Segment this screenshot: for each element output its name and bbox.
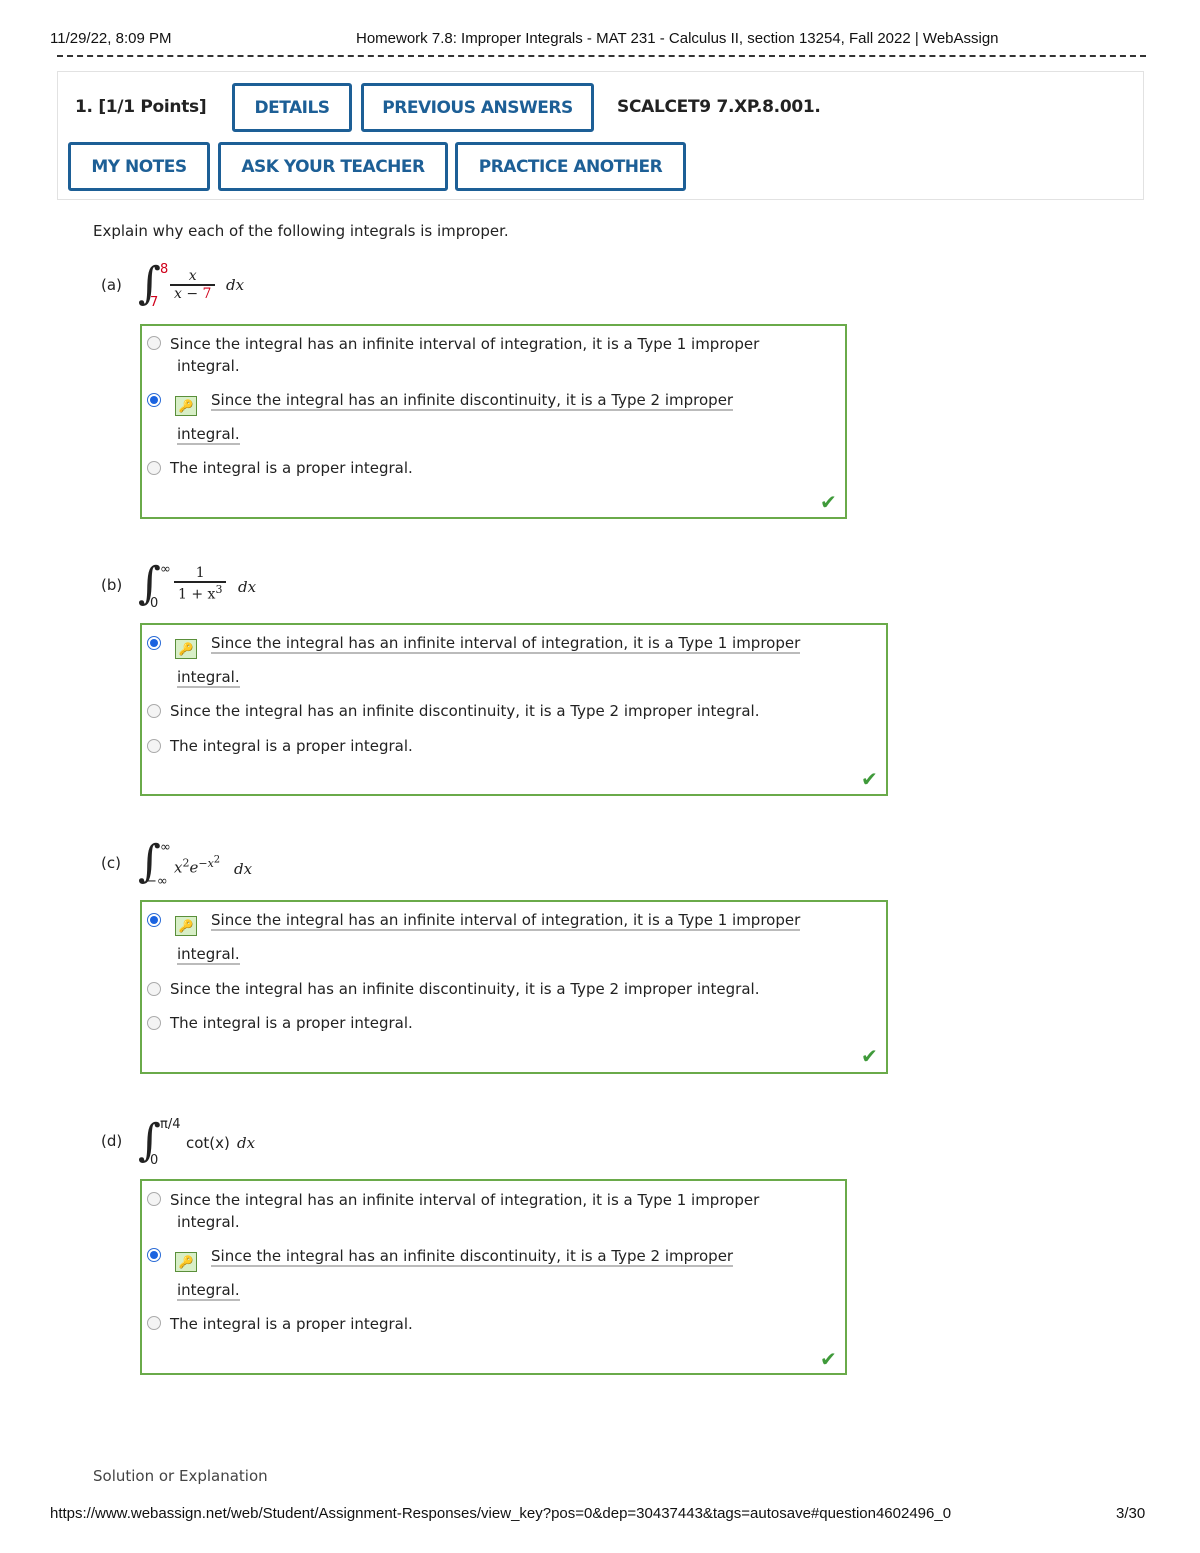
numerator: x bbox=[188, 268, 197, 284]
part-b-option-2[interactable]: Since the integral has an infinite disco… bbox=[170, 700, 759, 722]
part-c-option-1-radio[interactable] bbox=[147, 913, 161, 927]
part-d-option-1[interactable]: Since the integral has an infinite inter… bbox=[170, 1189, 759, 1233]
part-a-integral: ∫ 8 7 x x − 7 dx bbox=[138, 262, 268, 312]
part-c-option-1-cont: integral. bbox=[177, 945, 240, 965]
print-title: Homework 7.8: Improper Integrals - MAT 2… bbox=[356, 30, 999, 47]
part-a-option-3[interactable]: The integral is a proper integral. bbox=[170, 457, 413, 479]
part-a-option-1[interactable]: Since the integral has an infinite inter… bbox=[170, 333, 759, 377]
part-b-option-3-radio[interactable] bbox=[147, 739, 161, 753]
key-icon: 🔑 bbox=[175, 1252, 197, 1272]
part-b-option-1-radio[interactable] bbox=[147, 636, 161, 650]
dx: dx bbox=[237, 1134, 256, 1152]
part-d-integral: ∫ π/4 0 cot(x) dx bbox=[138, 1117, 278, 1169]
part-b-option-3[interactable]: The integral is a proper integral. bbox=[170, 735, 413, 757]
part-a-option-2-radio[interactable] bbox=[147, 393, 161, 407]
dx: dx bbox=[226, 276, 245, 294]
part-c-label: (c) bbox=[101, 854, 121, 872]
upper-limit: 8 bbox=[160, 262, 169, 277]
part-b-label: (b) bbox=[101, 576, 123, 594]
fraction: 1 1 + x3 bbox=[174, 565, 227, 603]
practice-another-button[interactable]: PRACTICE ANOTHER bbox=[455, 142, 686, 191]
upper-limit: ∞ bbox=[160, 562, 171, 577]
part-a-option-2-cont: integral. bbox=[177, 425, 240, 445]
question-points: [1/1 Points] bbox=[98, 97, 207, 117]
numerator: 1 bbox=[195, 565, 205, 581]
part-b-option-1[interactable]: Since the integral has an infinite inter… bbox=[211, 632, 801, 654]
part-d-option-3[interactable]: The integral is a proper integral. bbox=[170, 1313, 413, 1335]
ask-your-teacher-button[interactable]: ASK YOUR TEACHER bbox=[218, 142, 448, 191]
key-icon: 🔑 bbox=[175, 639, 197, 659]
part-d-option-2-radio[interactable] bbox=[147, 1248, 161, 1262]
part-b-answer-box: 🔑 Since the integral has an infinite int… bbox=[140, 623, 888, 796]
part-c-option-2[interactable]: Since the integral has an infinite disco… bbox=[170, 978, 759, 1000]
my-notes-button[interactable]: MY NOTES bbox=[68, 142, 210, 191]
dx: dx bbox=[234, 860, 253, 878]
question-code: SCALCET9 7.XP.8.001. bbox=[617, 97, 821, 117]
checkmark-icon: ✔ bbox=[861, 767, 878, 791]
key-icon: 🔑 bbox=[175, 396, 197, 416]
part-c-answer-box: 🔑 Since the integral has an infinite int… bbox=[140, 900, 888, 1074]
denominator: 1 + x3 bbox=[178, 582, 223, 603]
solution-explanation-link[interactable]: Solution or Explanation bbox=[93, 1467, 268, 1485]
part-a-answer-box: Since the integral has an infinite inter… bbox=[140, 324, 847, 519]
previous-answers-button[interactable]: PREVIOUS ANSWERS bbox=[361, 83, 594, 132]
lower-limit: 7 bbox=[150, 295, 159, 310]
part-a-label: (a) bbox=[101, 276, 122, 294]
fraction: x x − 7 bbox=[170, 268, 216, 302]
lower-limit: 0 bbox=[150, 1153, 159, 1168]
question-number: 1. [1/1 Points] bbox=[75, 97, 207, 117]
part-d-option-2[interactable]: Since the integral has an infinite disco… bbox=[211, 1245, 734, 1267]
checkmark-icon: ✔ bbox=[820, 490, 837, 514]
dx: dx bbox=[238, 578, 257, 596]
part-d-label: (d) bbox=[101, 1132, 123, 1150]
upper-limit: ∞ bbox=[160, 840, 171, 855]
integrand: cot(x) bbox=[186, 1134, 230, 1152]
header-divider bbox=[57, 55, 1146, 57]
key-icon: 🔑 bbox=[175, 916, 197, 936]
part-c-option-1[interactable]: Since the integral has an infinite inter… bbox=[211, 909, 801, 931]
part-b-integral: ∫ ∞ 0 1 1 + x3 dx bbox=[138, 562, 278, 612]
question-prompt: Explain why each of the following integr… bbox=[93, 222, 509, 240]
part-c-option-3-radio[interactable] bbox=[147, 1016, 161, 1030]
part-d-option-2-cont: integral. bbox=[177, 1281, 240, 1301]
part-c-option-2-radio[interactable] bbox=[147, 982, 161, 996]
part-d-answer-box: Since the integral has an infinite inter… bbox=[140, 1179, 847, 1375]
denominator: x − 7 bbox=[174, 285, 212, 302]
part-c-integral: ∫ ∞ −∞ x2e−x2 dx bbox=[138, 840, 278, 890]
part-a-option-2[interactable]: Since the integral has an infinite disco… bbox=[211, 389, 734, 411]
lower-limit: −∞ bbox=[146, 874, 168, 889]
part-d-option-1-radio[interactable] bbox=[147, 1192, 161, 1206]
part-a-option-1-radio[interactable] bbox=[147, 336, 161, 350]
print-footer-page: 3/30 bbox=[1116, 1505, 1146, 1522]
upper-limit: π/4 bbox=[160, 1117, 181, 1132]
part-b-option-2-radio[interactable] bbox=[147, 704, 161, 718]
checkmark-icon: ✔ bbox=[861, 1044, 878, 1068]
part-c-option-3[interactable]: The integral is a proper integral. bbox=[170, 1012, 413, 1034]
integrand: x2e−x2 bbox=[174, 854, 221, 877]
details-button[interactable]: DETAILS bbox=[232, 83, 352, 132]
print-datetime: 11/29/22, 8:09 PM bbox=[50, 30, 172, 47]
part-b-option-1-cont: integral. bbox=[177, 668, 240, 688]
part-d-option-3-radio[interactable] bbox=[147, 1316, 161, 1330]
checkmark-icon: ✔ bbox=[820, 1347, 837, 1371]
part-a-option-3-radio[interactable] bbox=[147, 461, 161, 475]
lower-limit: 0 bbox=[150, 596, 159, 611]
print-footer-url: https://www.webassign.net/web/Student/As… bbox=[50, 1505, 952, 1522]
